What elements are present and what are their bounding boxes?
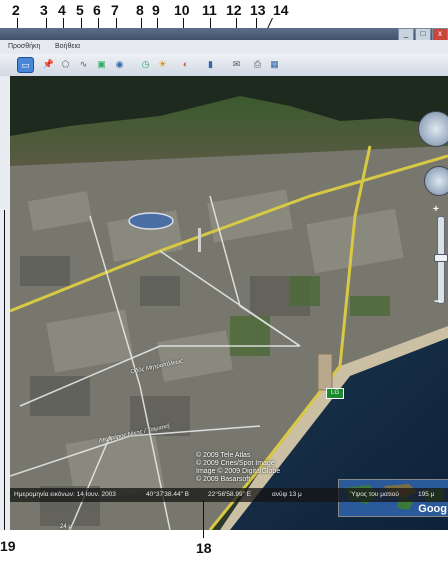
historical-imagery-button[interactable]: ◷ xyxy=(138,57,153,71)
historical-imagery-icon: ◷ xyxy=(141,58,150,69)
credit-line: © 2009 Tele Atlas xyxy=(196,452,251,459)
callout-14: 14 xyxy=(273,2,289,18)
longitude-readout: 22°56'58.99" Ε xyxy=(208,491,252,498)
polygon-icon: ⬠ xyxy=(61,58,70,69)
credit-line: © 2009 Basarsoft xyxy=(196,476,251,483)
placemark-icon: 📌 xyxy=(42,58,55,69)
sunlight-button[interactable]: ☀ xyxy=(155,57,170,71)
sidebar-toggle-icon: ▭ xyxy=(21,59,30,70)
print-button[interactable]: ⎙ xyxy=(250,57,265,71)
zoom-in-icon[interactable]: + xyxy=(433,204,439,215)
callout-leader xyxy=(203,500,204,538)
path-icon: ∿ xyxy=(79,58,88,69)
callout-leader xyxy=(4,210,5,530)
menu-item-add[interactable]: Προσθήκη xyxy=(8,43,40,50)
callout-6: 6 xyxy=(93,2,101,18)
elevation-readout: ανύψ 13 μ xyxy=(272,491,302,498)
callout-4: 4 xyxy=(58,2,66,18)
view-in-maps-icon: ▦ xyxy=(270,58,279,69)
sunlight-icon: ☀ xyxy=(158,58,167,69)
email-icon: ✉ xyxy=(232,58,241,69)
zoom-slider-thumb[interactable] xyxy=(434,254,448,262)
view-in-maps-button[interactable]: ▦ xyxy=(267,57,282,71)
callout-7: 7 xyxy=(111,2,119,18)
credit-line: © 2009 Cnes/Spot Image xyxy=(196,460,275,467)
callout-3: 3 xyxy=(40,2,48,18)
polygon-button[interactable]: ⬠ xyxy=(58,57,73,71)
zoom-out-icon[interactable]: − xyxy=(434,294,441,308)
imagery-date: Ημερομηνία εικόνων: 14 Ιουν. 2003 xyxy=(14,491,116,498)
look-around-control[interactable] xyxy=(418,111,448,147)
record-tour-icon: ◉ xyxy=(115,58,124,69)
callout-9: 9 xyxy=(152,2,160,18)
eye-altitude-label: Ύψος του ματιού xyxy=(350,491,399,498)
callout-19: 19 xyxy=(0,538,16,554)
menu-bar: Προσθήκη Βοήθεια xyxy=(0,40,448,54)
planets-button[interactable]: ◐ xyxy=(178,57,193,71)
callout-8: 8 xyxy=(136,2,144,18)
title-bar: _ □ x xyxy=(0,28,448,41)
callout-5: 5 xyxy=(76,2,84,18)
latitude-readout: 40°37'38.44" Β xyxy=(146,491,190,498)
sidebar-toggle-button[interactable]: ▭ xyxy=(17,57,34,73)
status-bar: Ημερομηνία εικόνων: 14 Ιουν. 2003 40°37'… xyxy=(10,488,448,502)
planets-icon: ◐ xyxy=(182,59,189,69)
callout-18: 18 xyxy=(196,540,212,556)
elevation-marker: 24 μ xyxy=(60,524,72,530)
move-control[interactable] xyxy=(424,166,448,196)
record-tour-button[interactable]: ◉ xyxy=(112,57,127,71)
ruler-icon: ▮ xyxy=(208,58,213,69)
earth-3d-viewport[interactable]: Λεωφόρος Νίκης / Τσιμισκή Οδός Μητροπόλε… xyxy=(10,76,448,530)
callout-11: 11 xyxy=(202,2,217,18)
callout-12: 12 xyxy=(226,2,242,18)
map-placemark[interactable]: LG xyxy=(326,388,344,399)
image-overlay-button[interactable]: ▣ xyxy=(94,57,109,71)
callout-10: 10 xyxy=(174,2,190,18)
google-logo: Goog xyxy=(418,503,447,515)
image-overlay-icon: ▣ xyxy=(97,58,106,69)
path-button[interactable]: ∿ xyxy=(76,57,91,71)
toolbar: ▭ 📌 ⬠ ∿ ▣ ◉ ◷ ☀ ◐ ▮ ✉ ⎙ ▦ xyxy=(0,54,448,77)
print-icon: ⎙ xyxy=(253,58,262,69)
email-button[interactable]: ✉ xyxy=(229,57,244,71)
placemark-button[interactable]: 📌 xyxy=(41,57,56,71)
copyright-credits: © 2009 Tele Atlas © 2009 Cnes/Spot Image… xyxy=(196,452,280,484)
ruler-button[interactable]: ▮ xyxy=(203,57,218,71)
google-earth-window: _ □ x Προσθήκη Βοήθεια ▭ 📌 ⬠ ∿ ▣ ◉ ◷ ☀ ◐… xyxy=(0,28,448,530)
callout-13: 13 xyxy=(250,2,266,18)
menu-item-help[interactable]: Βοήθεια xyxy=(55,43,80,50)
credit-line: Image © 2009 DigitalGlobe xyxy=(196,468,281,475)
callout-2: 2 xyxy=(12,2,20,18)
eye-altitude-value: 195 μ xyxy=(418,491,435,498)
